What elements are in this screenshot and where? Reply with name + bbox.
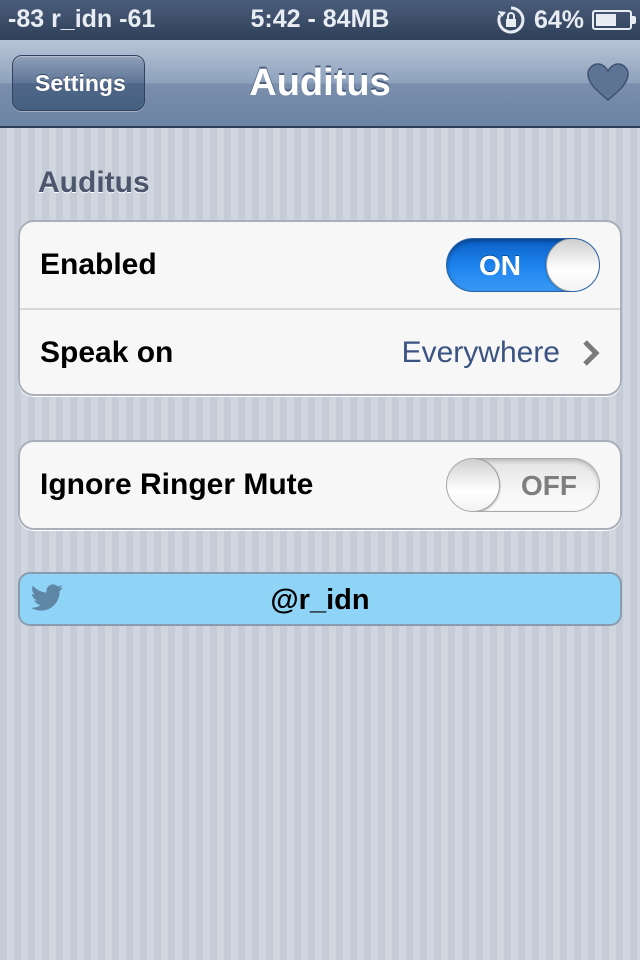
settings-group-ringer: Ignore Ringer Mute OFF [18, 440, 622, 530]
battery-percent: 64% [533, 5, 584, 34]
switch-knob [546, 239, 599, 291]
ignore-ringer-cell: Ignore Ringer Mute OFF [20, 442, 620, 528]
speak-on-label: Speak on [40, 336, 174, 369]
ignore-ringer-switch[interactable]: OFF [446, 458, 600, 512]
speak-on-cell[interactable]: Speak on Everywhere [20, 308, 620, 394]
status-bar: -83 r_idn -61 5:42 - 84MB 64% [0, 0, 640, 40]
navigation-bar: Settings Auditus [0, 40, 640, 128]
section-header: Auditus [38, 166, 150, 199]
heart-icon[interactable] [586, 62, 630, 102]
battery-fill [596, 14, 616, 26]
rotation-lock-icon [496, 5, 526, 35]
switch-knob [447, 459, 500, 511]
status-right: 64% [496, 5, 636, 35]
enabled-switch[interactable]: ON [446, 238, 600, 292]
ignore-ringer-switch-text: OFF [521, 470, 577, 501]
ignore-ringer-label: Ignore Ringer Mute [40, 468, 314, 501]
enabled-cell: Enabled ON [20, 222, 620, 308]
twitter-handle: @r_idn [270, 584, 370, 616]
twitter-button[interactable]: @r_idn [18, 572, 622, 626]
enabled-switch-text: ON [479, 250, 521, 281]
battery-charging-icon [592, 10, 636, 30]
settings-group-main: Enabled ON Speak on Everywhere [18, 220, 622, 396]
page-title: Auditus [249, 62, 391, 104]
speak-on-value: Everywhere [401, 336, 560, 369]
chevron-right-icon [583, 340, 600, 366]
enabled-label: Enabled [40, 248, 157, 281]
